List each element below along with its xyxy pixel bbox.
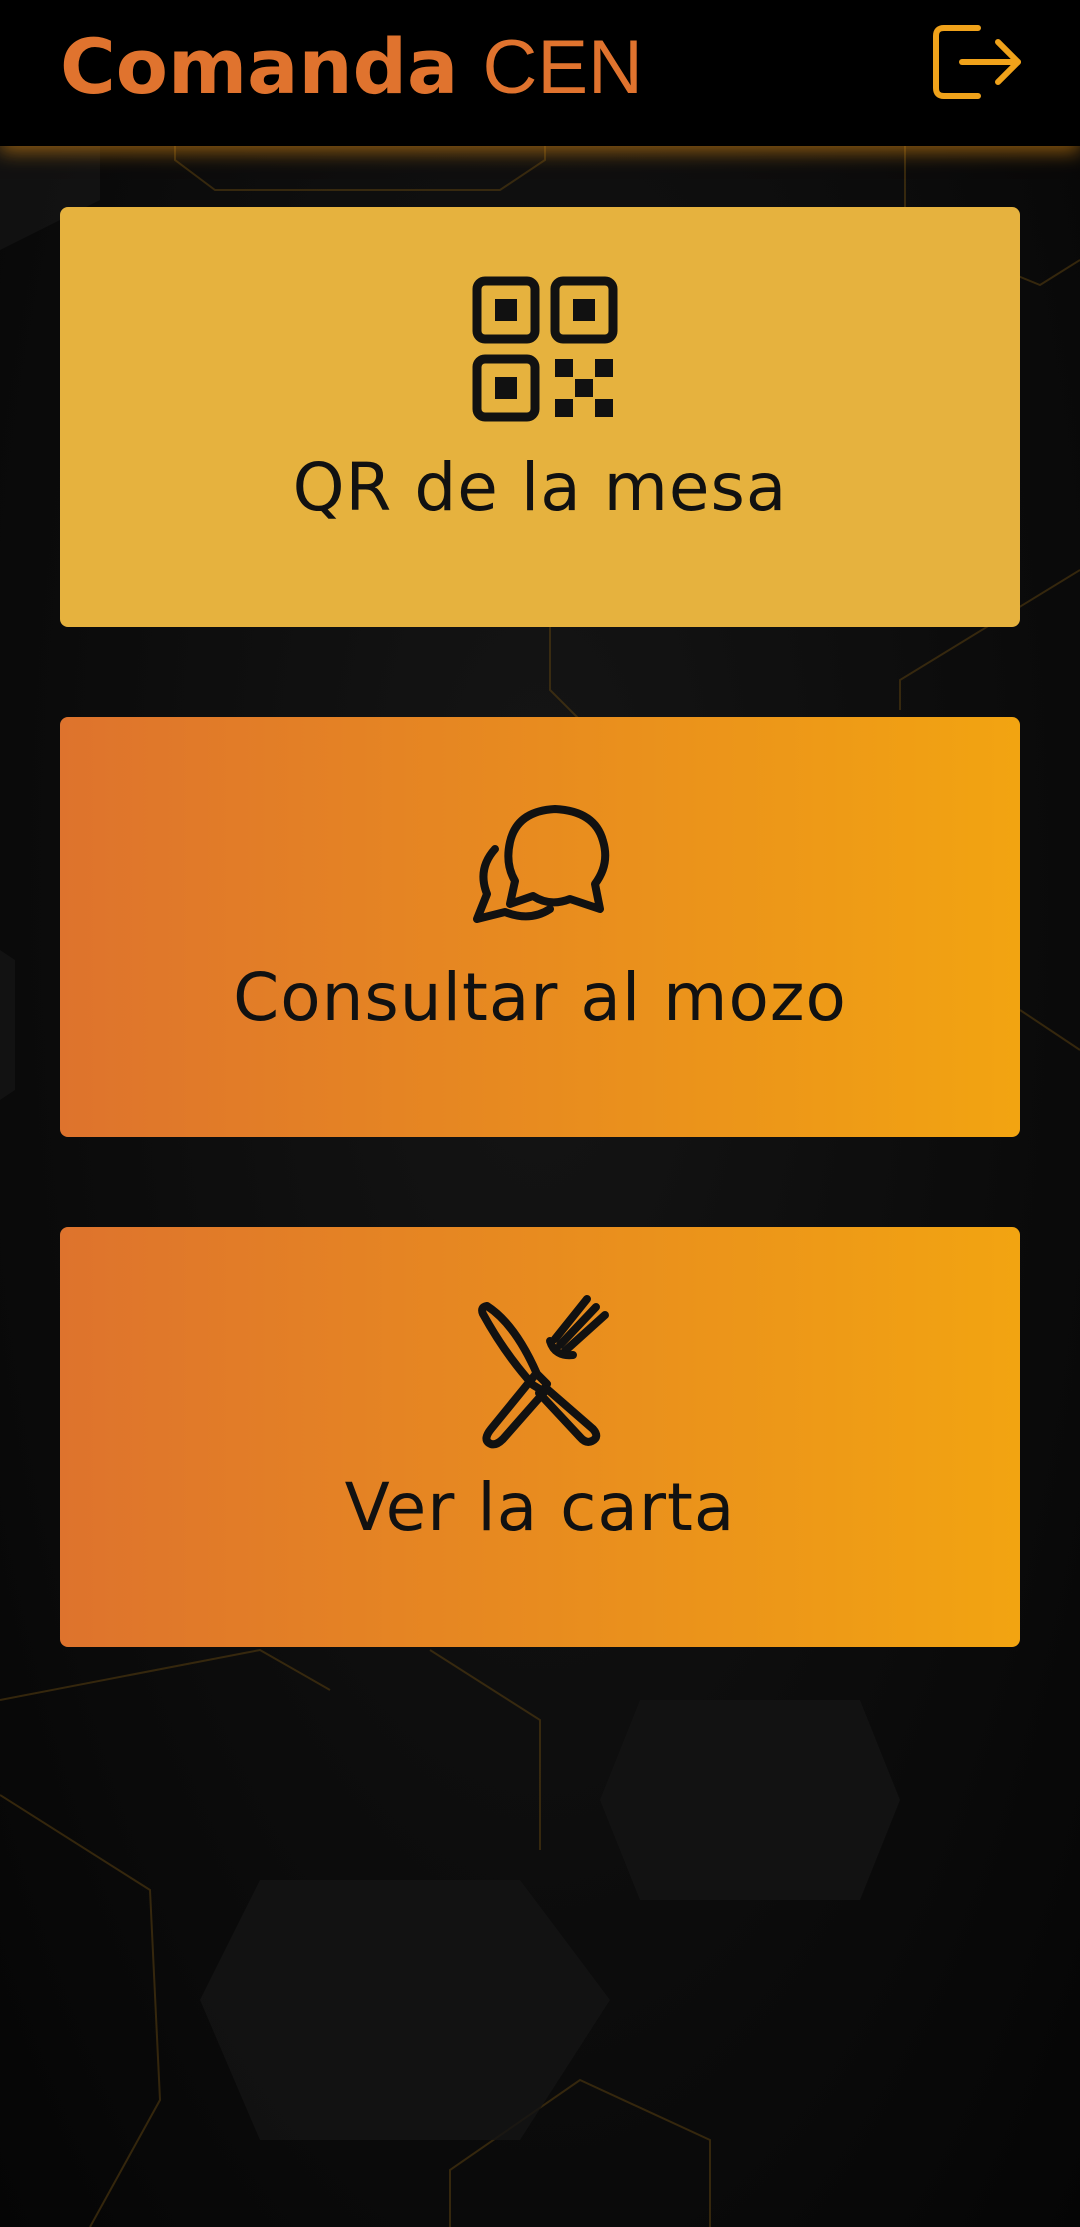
- view-menu-button[interactable]: Ver la carta: [60, 1227, 1020, 1647]
- logout-button[interactable]: [932, 24, 1024, 100]
- view-menu-label: Ver la carta: [344, 1469, 736, 1546]
- qr-table-label: QR de la mesa: [292, 449, 788, 526]
- ask-waiter-button[interactable]: Consultar al mozo: [60, 717, 1020, 1137]
- ask-waiter-label: Consultar al mozo: [233, 959, 847, 1036]
- qr-code-icon: [455, 259, 625, 429]
- logout-icon: [933, 25, 1021, 99]
- app-title: Comanda CEN: [60, 22, 643, 113]
- app-screen: Comanda CEN QR de la mesa Consultar al m…: [0, 0, 1080, 2227]
- app-title-bold: Comanda: [60, 22, 459, 111]
- knife-fork-icon: [455, 1279, 625, 1449]
- app-title-light: CEN: [482, 25, 643, 110]
- chat-bubbles-icon: [455, 769, 625, 939]
- top-app-bar: Comanda CEN: [0, 0, 1080, 146]
- qr-table-button[interactable]: QR de la mesa: [60, 207, 1020, 627]
